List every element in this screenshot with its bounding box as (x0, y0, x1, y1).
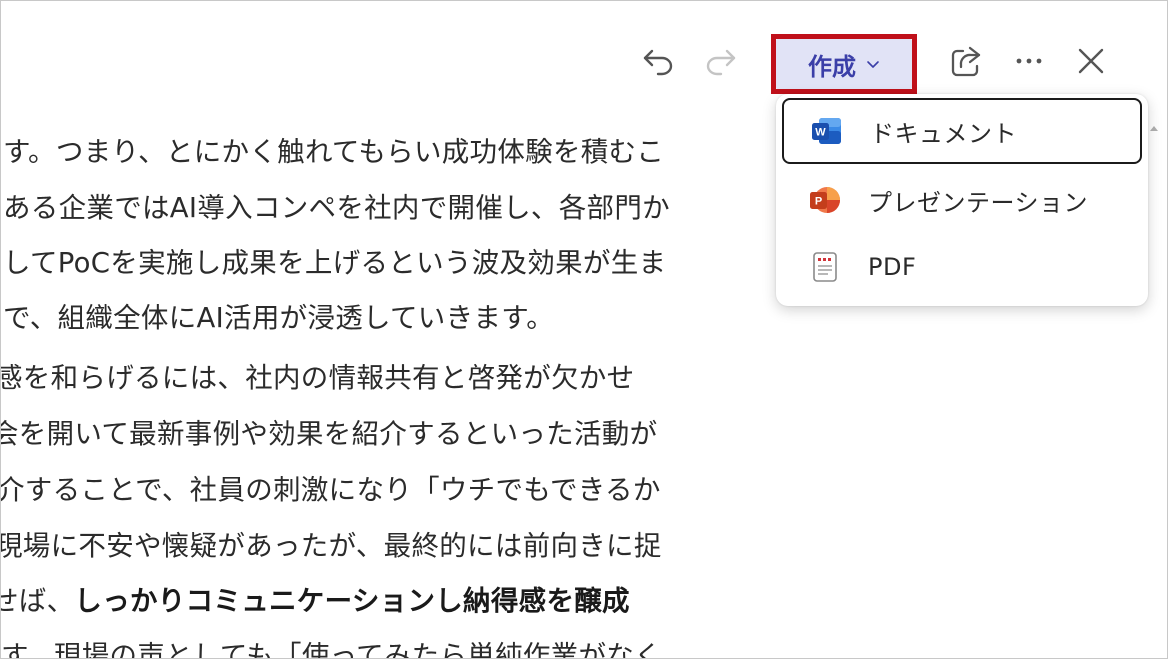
pdf-icon (808, 250, 842, 284)
create-menu: W ドキュメント P プレゼンテーション PDF (776, 94, 1148, 306)
svg-text:P: P (815, 196, 822, 208)
menu-item-presentation[interactable]: P プレゼンテーション (782, 167, 1142, 233)
menu-item-label: PDF (868, 253, 917, 281)
create-button[interactable]: 作成 (776, 39, 912, 89)
share-icon (951, 46, 981, 77)
document-line: す。つまり、とにかく触れてもらい成功体験を積むこ (3, 136, 665, 168)
close-button[interactable] (1069, 39, 1113, 83)
bold-emphasis: しっかりコミュニケーションし納得感を醸成 (74, 585, 630, 617)
svg-text:W: W (815, 127, 826, 139)
menu-item-document[interactable]: W ドキュメント (782, 98, 1142, 164)
document-line: で、組織全体にAI活用が浸透していきます。 (3, 302, 555, 334)
menu-item-label: プレゼンテーション (868, 188, 1089, 217)
document-line-text: せば、 (1, 585, 75, 617)
close-icon (1078, 48, 1104, 74)
document-line: 介することで、社員の刺激になり「ウチでもできるか (0, 474, 661, 506)
document-line: せば、しっかりコミュニケーションし納得感を醸成 (1, 578, 630, 618)
document-line: ある企業ではAI導入コンペを社内で開催し、各部門か (3, 192, 670, 224)
redo-button[interactable] (699, 39, 743, 83)
more-icon (1016, 58, 1042, 64)
chevron-down-icon (866, 59, 880, 69)
more-button[interactable] (1007, 39, 1051, 83)
menu-item-pdf[interactable]: PDF (782, 234, 1142, 300)
create-button-label: 作成 (808, 52, 856, 81)
word-icon: W (810, 114, 844, 148)
undo-icon (643, 49, 673, 76)
scroll-up-icon[interactable] (1149, 123, 1159, 133)
redo-icon (706, 49, 736, 76)
document-line: 現場に不安や懐疑があったが、最終的には前向きに捉 (0, 530, 662, 562)
menu-item-label: ドキュメント (870, 119, 1017, 148)
document-line: 感を和らげるには、社内の情報共有と啓発が欠かせ (0, 362, 635, 394)
share-button[interactable] (944, 39, 988, 83)
document-line: してPoCを実施し成果を上げるという波及効果が生ま (3, 247, 667, 279)
window-frame: 作成 す。つまり、とにかく触れてもらい成功体験を積むこ ある企業ではAI導入コン… (0, 0, 1168, 659)
document-line: 会を開いて最新事例や効果を紹介するといった活動が (0, 418, 658, 450)
undo-button[interactable] (636, 39, 680, 83)
powerpoint-icon: P (808, 183, 842, 217)
document-line: す。現場の声としても「使ってみたら単純作業がなく (1, 640, 662, 659)
